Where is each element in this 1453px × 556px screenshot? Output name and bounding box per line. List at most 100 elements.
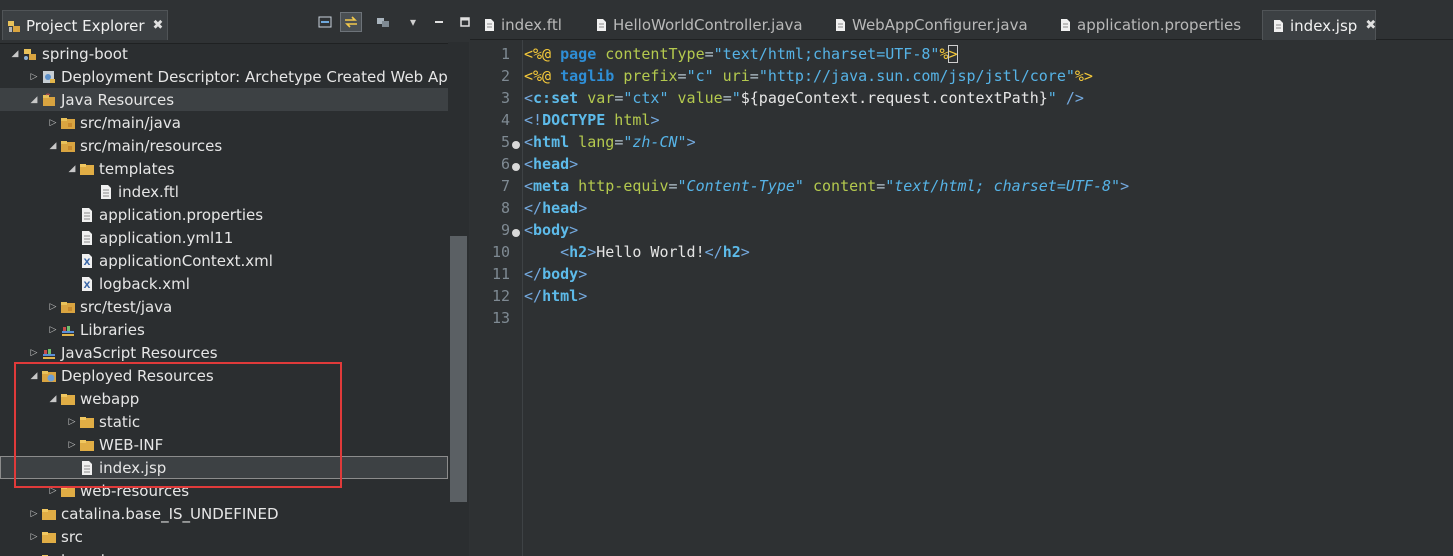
editor-tab-label: index.jsp <box>1290 16 1358 35</box>
tree-item-logback-xml[interactable]: Xlogback.xml <box>0 272 448 295</box>
tab-project-explorer[interactable]: Project Explorer ✖ <box>2 10 168 40</box>
collapsed-arrow-icon[interactable]: ▷ <box>46 118 60 128</box>
line-number: 1 <box>500 45 510 63</box>
tree-item-label: Java Resources <box>61 90 175 109</box>
folder-icon <box>79 161 95 177</box>
line-number: 9 <box>500 221 510 239</box>
fold-toggle-icon[interactable] <box>512 141 520 149</box>
code-area[interactable]: 1 2 3 4 5 6 7 8 9 10 11 12 13 <%@ page contentType="… <box>470 40 1453 556</box>
line-number: 8 <box>500 199 510 217</box>
code-line-11: </body> <box>524 265 588 283</box>
collapsed-arrow-icon[interactable]: ▷ <box>46 486 60 496</box>
project-explorer-icon <box>7 19 21 33</box>
tree-item-label: webapp <box>80 389 140 408</box>
scrollbar-thumb[interactable] <box>450 236 467 502</box>
tree-item-web-resources[interactable]: ▷ web-resources <box>0 479 448 502</box>
line-number: 3 <box>500 89 510 107</box>
tree-item-web-inf[interactable]: ▷ WEB-INF <box>0 433 448 456</box>
tree-item-index-jsp[interactable]: index.jsp <box>0 456 448 479</box>
tree-item-java-resources[interactable]: ◢ Java Resources <box>0 88 448 111</box>
editor-tab-application-properties[interactable]: application.properties <box>1050 10 1260 40</box>
expanded-arrow-icon[interactable]: ◢ <box>65 164 79 174</box>
expanded-arrow-icon[interactable]: ◢ <box>27 371 41 381</box>
collapsed-arrow-icon[interactable]: ▷ <box>65 440 79 450</box>
tree-item-index-ftl[interactable]: index.ftl <box>0 180 448 203</box>
tree-item-application-properties[interactable]: application.properties <box>0 203 448 226</box>
line-number: 7 <box>500 177 510 195</box>
tree-item-webapp[interactable]: ◢ webapp <box>0 387 448 410</box>
collapsed-arrow-icon[interactable]: ▷ <box>27 509 41 519</box>
expanded-arrow-icon[interactable]: ◢ <box>27 95 41 105</box>
tree-item-application-yml11[interactable]: application.yml11 <box>0 226 448 249</box>
close-icon[interactable]: ✖ <box>153 18 164 33</box>
file-icon <box>98 184 114 200</box>
tree-item-label: WEB-INF <box>99 435 164 454</box>
java-resources-icon <box>41 92 57 108</box>
libraries-icon <box>60 322 76 338</box>
collapsed-arrow-icon[interactable]: ▷ <box>27 348 41 358</box>
fold-toggle-icon[interactable] <box>512 229 520 237</box>
tree-item-templates[interactable]: ◢ templates <box>0 157 448 180</box>
source-text[interactable]: <%@ page contentType="text/html;charset=… <box>524 43 1129 329</box>
collapsed-arrow-icon[interactable]: ▷ <box>65 417 79 427</box>
code-line-2: <%@ taglib prefix="c" uri="http://java.s… <box>524 67 1093 85</box>
editor-tab-helloworldcontroller-java[interactable]: HelloWorldController.java <box>586 10 822 40</box>
xml-file-icon: X <box>79 253 95 269</box>
code-line-9: <body> <box>524 221 579 239</box>
tree-item-src-test-java[interactable]: ▷ src/test/java <box>0 295 448 318</box>
expanded-arrow-icon[interactable]: ◢ <box>46 394 60 404</box>
deployed-resources-icon <box>41 368 57 384</box>
fold-toggle-icon[interactable] <box>512 163 520 171</box>
tree-item-label: logback.xml <box>99 274 190 293</box>
tree-item-target[interactable]: ▷target <box>0 548 448 556</box>
editor-tab-index-jsp[interactable]: index.jsp ✖ <box>1262 10 1376 40</box>
line-number: 4 <box>500 111 510 129</box>
code-line-6: <head> <box>524 155 579 173</box>
tree-item-libraries[interactable]: ▷ Libraries <box>0 318 448 341</box>
tree-item-applicationcontext-xml[interactable]: XapplicationContext.xml <box>0 249 448 272</box>
view-menu-icon[interactable]: ▾ <box>402 12 424 32</box>
tree-item-javascript-resources[interactable]: ▷ JavaScript Resources <box>0 341 448 364</box>
tree-item-deployed-resources[interactable]: ◢ Deployed Resources <box>0 364 448 387</box>
tree-item-label: src <box>61 527 83 546</box>
tree-item-catalina-base-is-undefined[interactable]: ▷ catalina.base_IS_UNDEFINED <box>0 502 448 525</box>
code-line-5: <html lang="zh-CN"> <box>524 133 696 151</box>
collapsed-arrow-icon[interactable]: ▷ <box>27 532 41 542</box>
tree-item-label: templates <box>99 159 175 178</box>
filter-icon[interactable] <box>372 12 394 32</box>
minimize-icon[interactable] <box>428 12 450 32</box>
tree-item-src-main-java[interactable]: ▷ src/main/java <box>0 111 448 134</box>
explorer-scrollbar[interactable] <box>448 42 469 556</box>
link-with-editor-icon[interactable] <box>340 12 362 32</box>
collapsed-arrow-icon[interactable]: ▷ <box>46 302 60 312</box>
tree-item-spring-boot[interactable]: ◢ spring-boot <box>0 42 448 65</box>
tree-item-label: catalina.base_IS_UNDEFINED <box>61 504 279 523</box>
code-line-12: </html> <box>524 287 588 305</box>
project-tree: ◢ spring-boot ▷ Deployment Descriptor: Arch… <box>0 42 448 556</box>
tree-item-deployment-descriptor-archetype-created-web-app[interactable]: ▷ Deployment Descriptor: Archetype Create… <box>0 65 448 88</box>
tree-item-src[interactable]: ▷ src <box>0 525 448 548</box>
code-line-4: <!DOCTYPE html> <box>524 111 660 129</box>
close-icon[interactable]: ✖ <box>1365 18 1376 33</box>
collapsed-arrow-icon[interactable]: ▷ <box>27 72 41 82</box>
tree-item-src-main-resources[interactable]: ◢ src/main/resources <box>0 134 448 157</box>
file-icon <box>1060 18 1071 32</box>
file-icon <box>596 18 607 32</box>
svg-text:X: X <box>84 258 91 268</box>
editor-tab-webappconfigurer-java[interactable]: WebAppConfigurer.java <box>825 10 1047 40</box>
file-icon <box>1273 19 1284 33</box>
file-icon <box>835 18 846 32</box>
line-number: 13 <box>491 309 510 327</box>
collapsed-arrow-icon[interactable]: ▷ <box>46 325 60 335</box>
tree-item-label: web-resources <box>80 481 190 500</box>
code-line-7: <meta http-equiv="Content-Type" content=… <box>524 177 1130 195</box>
tree-item-label: src/main/java <box>80 113 181 132</box>
tree-item-label: application.yml11 <box>99 228 234 247</box>
expanded-arrow-icon[interactable]: ◢ <box>8 49 22 59</box>
expanded-arrow-icon[interactable]: ◢ <box>46 141 60 151</box>
collapse-all-icon[interactable] <box>314 12 336 32</box>
editor-tab-index-ftl[interactable]: index.ftl <box>474 10 582 40</box>
folder-icon <box>79 437 95 453</box>
tree-item-static[interactable]: ▷ static <box>0 410 448 433</box>
